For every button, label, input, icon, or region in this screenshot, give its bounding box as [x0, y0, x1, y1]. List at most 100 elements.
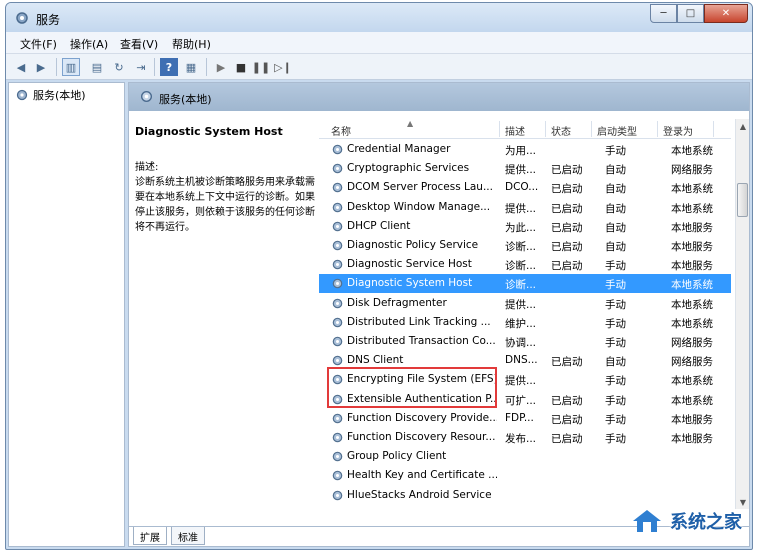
service-logon-as: 本地系统 [671, 279, 713, 292]
service-gear-icon [332, 202, 343, 212]
service-status: 已启动 [551, 433, 583, 445]
vertical-scrollbar[interactable]: ▲ ▼ [735, 119, 749, 509]
service-gear-icon [332, 355, 343, 366]
service-startup-type: 自动 [605, 356, 626, 369]
table-row[interactable]: DHCP Client 为此... 已启动 自动 本地服务 [319, 217, 731, 236]
services-list[interactable]: ▲ 名称 描述 状态 启动类型 登录为 Credential Manager 为用… [319, 119, 751, 509]
description-label: 描述: [135, 162, 159, 173]
minimize-button[interactable]: ─ [650, 4, 677, 23]
service-description-cell: FDP... [505, 411, 534, 424]
service-logon-as: 网络服务 [671, 356, 713, 369]
service-gear-icon [332, 490, 343, 500]
service-logon-as: 本地系统 [671, 394, 713, 407]
title-bar[interactable]: 服务 ─ □ ✕ [6, 3, 752, 32]
service-description-cell: DCO... [505, 181, 539, 194]
restart-service-icon[interactable]: ▷❙ [274, 58, 292, 76]
stop-service-icon[interactable]: ■ [232, 58, 250, 76]
table-row[interactable]: Health Key and Certificate ... [319, 466, 731, 485]
service-name: HlueStacks Android Service [347, 488, 492, 501]
sort-ascending-icon: ▲ [407, 119, 414, 128]
service-gear-icon [332, 163, 343, 174]
menu-help[interactable]: 帮助(H) [172, 36, 211, 52]
column-header-logon[interactable]: 登录为 [663, 123, 693, 138]
table-row[interactable]: Cryptographic Services 提供... 已启动 自动 网络服务 [319, 159, 731, 178]
service-gear-icon [332, 259, 343, 270]
menu-file[interactable]: 文件(F) [20, 36, 57, 52]
service-logon-as: 本地服务 [671, 433, 713, 445]
tab-extended[interactable]: 扩展 [133, 527, 167, 545]
service-status: 已启动 [551, 221, 583, 234]
maximize-button[interactable]: □ [677, 4, 704, 23]
grid-icon[interactable]: ▦ [182, 58, 200, 76]
service-startup-type: 自动 [605, 164, 626, 177]
help-icon[interactable]: ? [160, 58, 178, 76]
table-row[interactable]: DCOM Server Process Lau... DCO... 已启动 自动 本地系… [319, 178, 731, 197]
service-description-cell: 诊断... [505, 279, 537, 292]
start-service-icon[interactable]: ▶ [212, 58, 230, 76]
tab-standard[interactable]: 标准 [171, 527, 205, 545]
service-description-cell: 诊断... [505, 241, 537, 253]
service-name: DCOM Server Process Lau... [347, 181, 493, 194]
menu-view[interactable]: 查看(V) [120, 36, 158, 52]
scroll-up-icon[interactable]: ▲ [736, 119, 750, 133]
column-header-name[interactable]: 名称 [331, 123, 351, 138]
service-description-cell: 诊断... [505, 260, 537, 273]
service-description-cell: 提供... [505, 375, 537, 388]
services-gear-icon [16, 12, 28, 24]
service-startup-type: 手动 [605, 145, 626, 157]
window-title: 服务 [36, 13, 61, 27]
export-icon[interactable]: ⇥ [132, 58, 150, 76]
service-startup-type: 手动 [605, 433, 626, 445]
menu-action[interactable]: 操作(A) [70, 36, 108, 52]
service-description-cell: 可扩... [505, 394, 537, 407]
back-icon[interactable]: ◀ [12, 58, 30, 76]
service-startup-type: 手动 [605, 317, 626, 330]
table-row[interactable]: Credential Manager 为用... 手动 本地系统 [319, 140, 731, 159]
service-logon-as: 本地服务 [671, 413, 713, 426]
table-row[interactable]: Diagnostic Policy Service 诊断... 已启动 自动 本地服务 [319, 236, 731, 255]
table-row[interactable]: Group Policy Client [319, 447, 731, 466]
service-status: 已启动 [551, 260, 583, 273]
column-header-description[interactable]: 描述 [505, 123, 525, 138]
service-description-cell: 协调... [505, 337, 537, 349]
refresh-icon[interactable]: ↻ [110, 58, 128, 76]
service-name: Distributed Transaction Co... [347, 335, 496, 347]
services-panel: 服务(本地) Diagnostic System Host 描述: 诊断系统主机… [128, 82, 750, 547]
service-description-cell: 提供... [505, 164, 537, 177]
properties-icon[interactable]: ▤ [88, 58, 106, 76]
service-name: Group Policy Client [347, 450, 447, 463]
service-startup-type: 手动 [605, 413, 626, 426]
service-gear-icon [332, 144, 343, 155]
close-button[interactable]: ✕ [704, 4, 748, 23]
list-header: ▲ 名称 描述 状态 启动类型 登录为 [319, 119, 731, 139]
pause-service-icon[interactable]: ❚❚ [252, 58, 270, 76]
service-description-cell: 为此... [505, 221, 537, 234]
table-row[interactable]: Distributed Link Tracking ... 维护... 手动 本地系统 [319, 313, 731, 332]
table-row[interactable]: Diagnostic Service Host 诊断... 已启动 手动 本地服务 [319, 255, 731, 274]
table-row[interactable]: Disk Defragmenter 提供... 手动 本地系统 [319, 294, 731, 313]
table-row[interactable]: Desktop Window Manage... 提供... 已启动 自动 本地系统 [319, 198, 731, 217]
table-row[interactable]: Distributed Transaction Co... 协调... 手动 网络服务 [319, 332, 731, 351]
table-row[interactable]: Diagnostic System Host 诊断... 手动 本地系统 [319, 274, 731, 294]
table-row[interactable]: Function Discovery Resour... 发布... 已启动 手动 本地… [319, 428, 731, 447]
scroll-thumb[interactable] [737, 183, 748, 217]
console-tree: 服务(本地) [8, 82, 125, 547]
table-row[interactable]: HlueStacks Android Service [319, 486, 731, 505]
tree-item-services-local[interactable]: 服务(本地) [15, 87, 86, 103]
column-header-status[interactable]: 状态 [551, 123, 571, 138]
service-name: Diagnostic System Host [347, 277, 473, 290]
table-row[interactable]: Function Discovery Provide... FDP... 已启动 手动… [319, 409, 731, 428]
services-gear-icon [140, 90, 153, 103]
toolbar: ◀ ▶ ▥ ▤ ↻ ⇥ ? ▦ ▶ ■ ❚❚ ▷❙ [6, 54, 752, 80]
service-name: DHCP Client [347, 219, 411, 232]
watermark-text: 系统之家 [670, 512, 742, 533]
service-name: Disk Defragmenter [347, 296, 447, 309]
column-header-startup-type[interactable]: 启动类型 [597, 123, 637, 138]
forward-icon[interactable]: ▶ [32, 58, 50, 76]
console-tree-icon[interactable]: ▥ [62, 58, 80, 76]
service-gear-icon [332, 240, 343, 251]
service-name: Distributed Link Tracking ... [347, 315, 491, 328]
service-startup-type: 手动 [605, 375, 626, 388]
description-title: Diagnostic System Host [135, 125, 283, 138]
service-status: 已启动 [551, 241, 583, 253]
